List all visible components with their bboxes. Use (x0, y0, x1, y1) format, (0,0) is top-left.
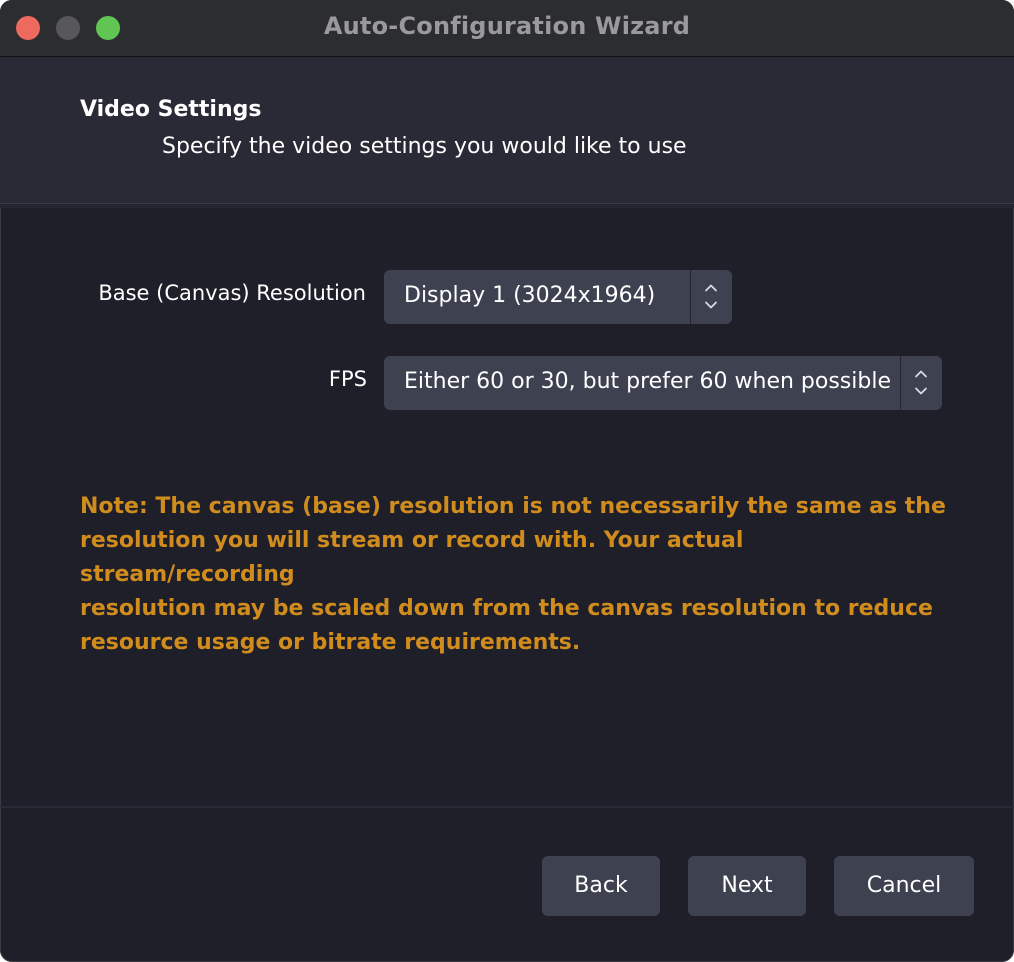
back-button[interactable]: Back (542, 856, 660, 916)
note-line: resolution you will stream or record wit… (80, 528, 744, 587)
note-line: Note: The canvas (base) resolution is no… (80, 494, 946, 519)
chevron-up-down-icon[interactable] (901, 356, 941, 410)
resolution-label: Base (Canvas) Resolution (98, 281, 366, 305)
resolution-note: Note: The canvas (base) resolution is no… (80, 490, 960, 660)
title-bar[interactable]: Auto-Configuration Wizard (0, 0, 1014, 57)
cancel-button[interactable]: Cancel (834, 856, 974, 916)
note-line: resource usage or bitrate requirements. (80, 630, 581, 655)
footer-divider (0, 806, 1014, 808)
page-header (0, 57, 1014, 204)
page-title: Video Settings (80, 97, 262, 122)
note-line: resolution may be scaled down from the c… (80, 596, 933, 621)
next-button[interactable]: Next (688, 856, 806, 916)
header-divider (0, 204, 1014, 208)
fps-select[interactable]: Either 60 or 30, but prefer 60 when poss… (384, 356, 942, 410)
fps-label: FPS (328, 367, 367, 391)
wizard-window: Auto-Configuration Wizard Video Settings… (0, 0, 1014, 962)
chevron-up-down-icon[interactable] (691, 270, 731, 324)
page-subtitle: Specify the video settings you would lik… (162, 134, 687, 159)
window-title: Auto-Configuration Wizard (323, 12, 691, 40)
fps-select-value: Either 60 or 30, but prefer 60 when poss… (404, 369, 891, 394)
resolution-select[interactable]: Display 1 (3024x1964) (384, 270, 732, 324)
resolution-select-value: Display 1 (3024x1964) (404, 283, 656, 308)
